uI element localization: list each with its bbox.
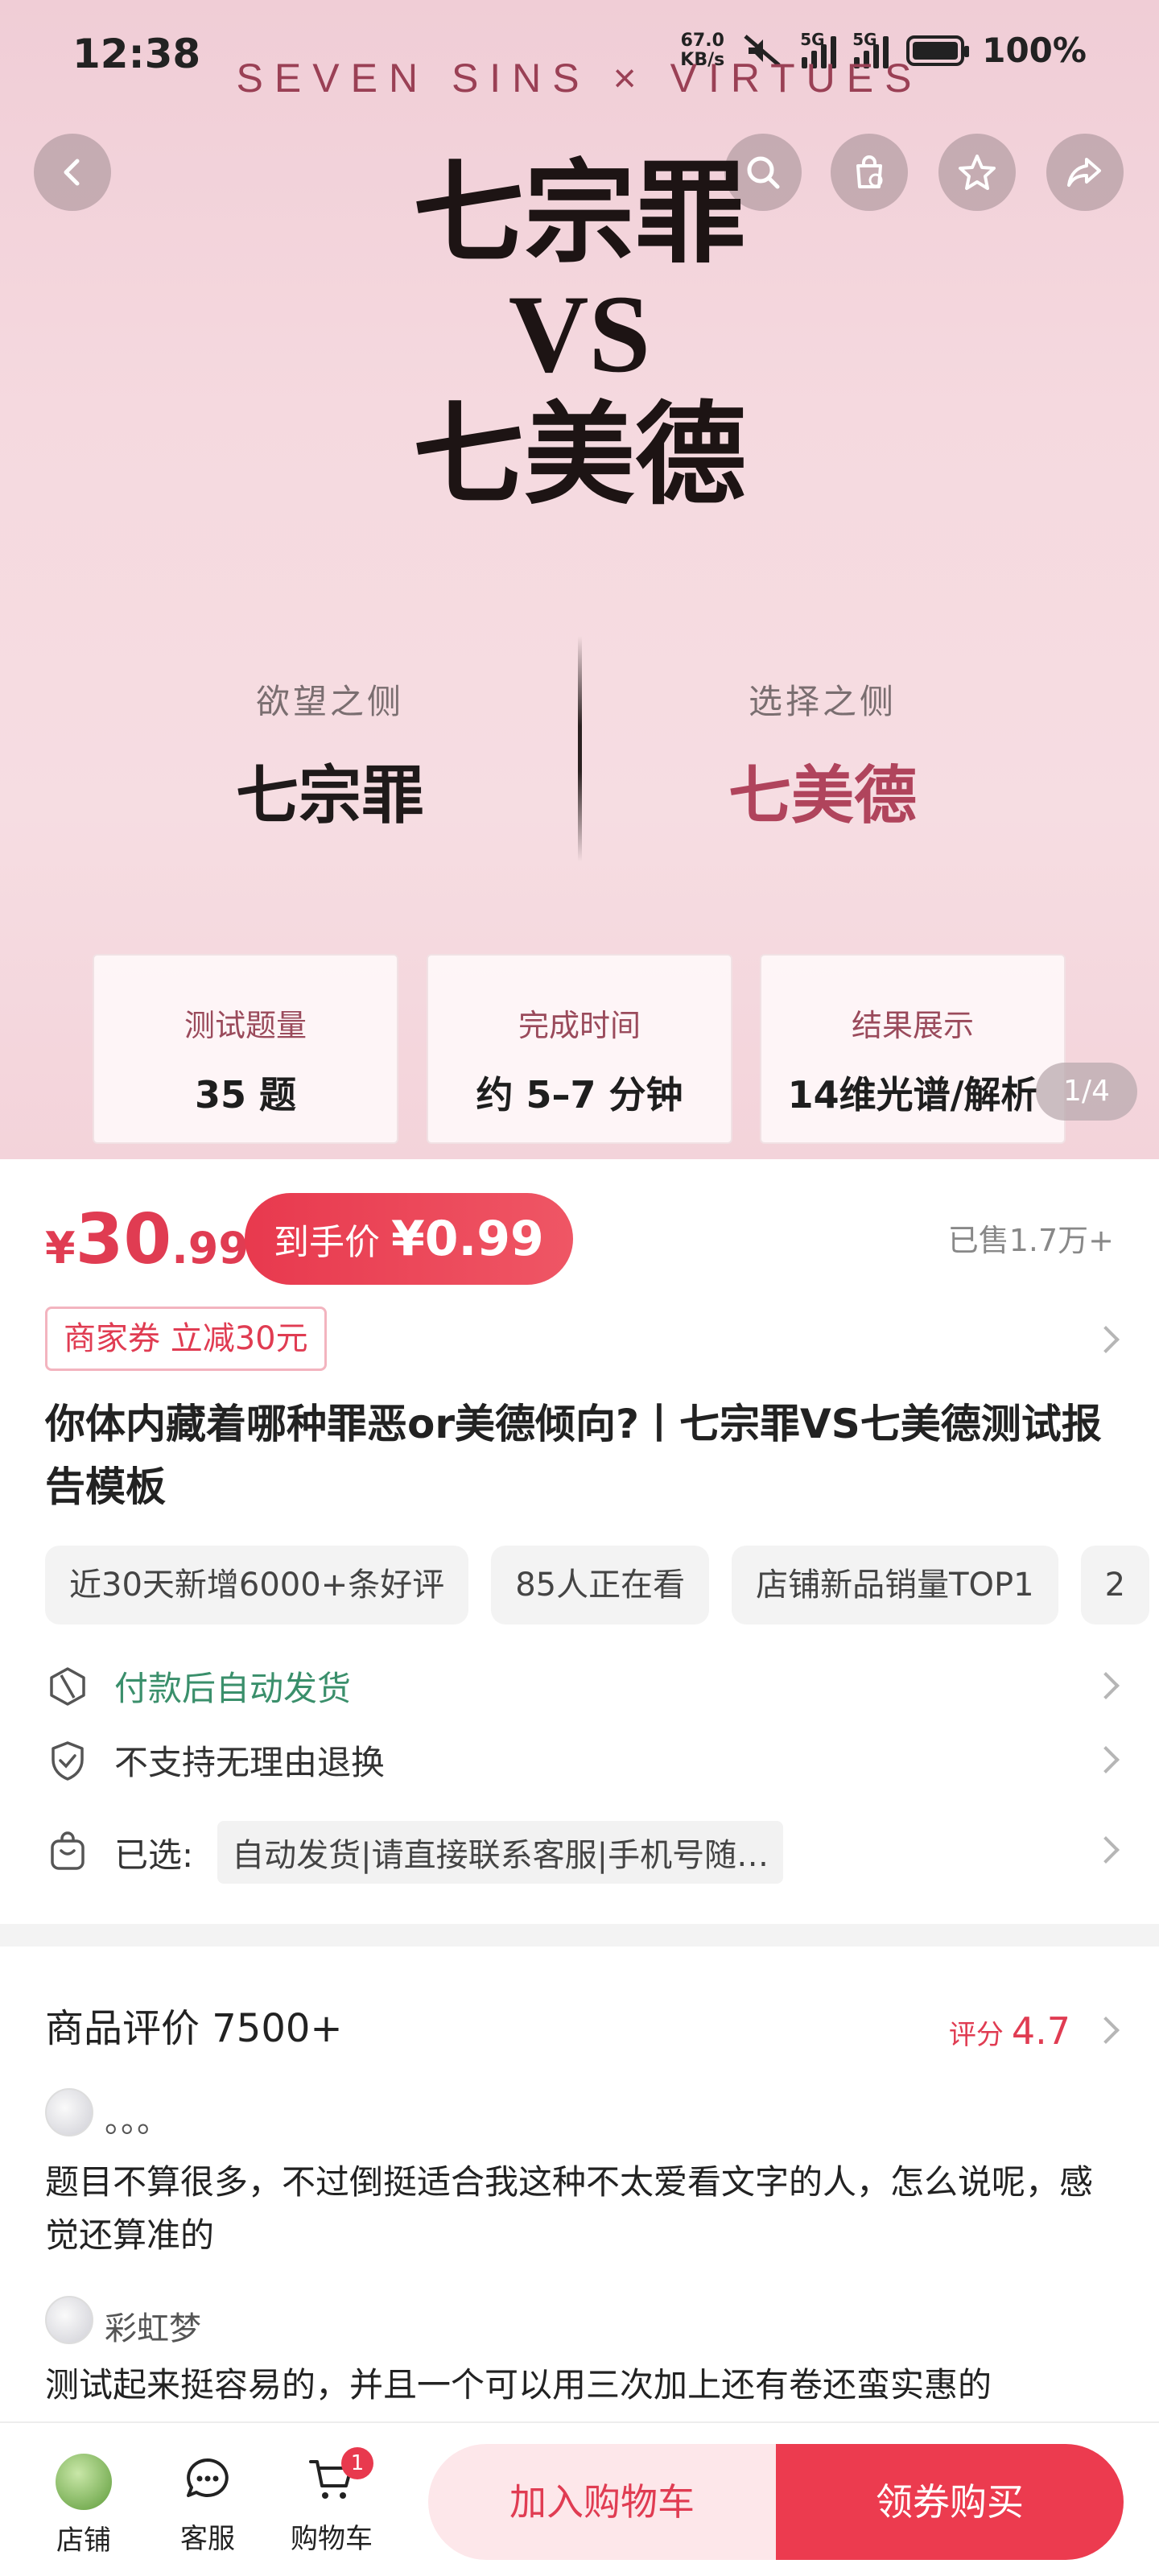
final-price-label: 到手价	[274, 1222, 380, 1263]
hero-title-line2: VS	[508, 272, 651, 395]
price-decimal: .99	[171, 1223, 249, 1274]
chevron-right-icon[interactable]	[1092, 2017, 1120, 2044]
review-score[interactable]: 评分 4.7	[949, 2009, 1070, 2053]
selected-spec-row[interactable]: 已选: 自动发货|请直接联系客服|手机号随…	[45, 1821, 784, 1884]
cart-label: 购物车	[291, 2523, 373, 2555]
avatar	[45, 2296, 93, 2344]
net-speed-value: 67.0	[680, 30, 724, 51]
price: ¥ 30 .99	[45, 1199, 249, 1280]
info-card-result: 结果展示 14维光谱/解析	[760, 954, 1066, 1144]
brand-line: SEVEN SINS × VIRTUES	[236, 56, 923, 101]
reviews-section: 商品评价 7500+ 评分 4.7 。。。 题目不算很多，不过倒挺适合我这种不太…	[0, 1946, 1159, 2421]
section-divider	[0, 1924, 1159, 1946]
bottom-action-bar: 店铺 客服 购物车 1 加入购物车 领券购买	[0, 2421, 1159, 2576]
delivery-row[interactable]: 付款后自动发货	[45, 1662, 351, 1711]
shop-button[interactable]: 店铺	[35, 2454, 132, 2557]
info-card-value: 35 题	[194, 1073, 297, 1117]
highlight-tag[interactable]: 店铺新品销量TOP1	[732, 1546, 1058, 1624]
final-price-value: ¥0.99	[391, 1211, 544, 1267]
right-side-label: 选择之侧	[748, 682, 897, 721]
return-policy-text: 不支持无理由退换	[114, 1743, 386, 1782]
customer-service-button[interactable]: 客服	[159, 2454, 256, 2556]
shop-label: 店铺	[56, 2524, 111, 2557]
info-card-value: 14维光谱/解析	[787, 1073, 1038, 1117]
signal-label: 5G	[800, 29, 825, 49]
selected-label: 已选:	[114, 1835, 194, 1875]
cart-button[interactable]: 购物车 1	[283, 2447, 380, 2556]
image-page-indicator: 1/4	[1036, 1063, 1137, 1121]
service-label: 客服	[180, 2523, 235, 2555]
info-card-label: 结果展示	[851, 1008, 974, 1043]
avatar	[45, 2088, 93, 2136]
review-score-label: 评分	[948, 2019, 1004, 2051]
reviewer-name: 。。。	[105, 2103, 169, 2140]
highlight-tag[interactable]: 2	[1080, 1546, 1150, 1624]
package-icon	[50, 1666, 85, 1706]
left-side-label: 欲望之侧	[255, 682, 404, 721]
chevron-right-icon[interactable]	[1092, 1326, 1120, 1353]
hero-title-line1: 七宗罪	[412, 147, 746, 279]
chat-icon	[187, 2458, 229, 2497]
shield-check-icon	[52, 1740, 84, 1781]
hero-title-line3: 七美德	[412, 389, 746, 520]
signal-label: 5G	[852, 29, 877, 49]
info-card-label: 完成时间	[518, 1008, 641, 1043]
selected-value: 自动发货|请直接联系客服|手机号随…	[217, 1821, 784, 1884]
final-price-badge[interactable]: 到手价 ¥0.99	[245, 1193, 573, 1285]
highlight-tags: 近30天新增6000+条好评 85人正在看 店铺新品销量TOP1 2	[45, 1546, 1150, 1624]
shop-avatar-icon	[56, 2454, 112, 2510]
bag-icon	[51, 1831, 85, 1870]
product-info-panel: ¥ 30 .99 到手价 ¥0.99 已售1.7万+ 商家券 立减30元 你体内…	[0, 1159, 1159, 1924]
return-policy-row[interactable]: 不支持无理由退换	[45, 1736, 385, 1785]
right-side-value: 七美德	[728, 759, 917, 832]
reviews-title[interactable]: 商品评价 7500+	[45, 1996, 343, 2053]
cart-count-badge: 1	[341, 2447, 373, 2479]
product-hero-image[interactable]: 12:38 67.0 KB/s 5G 5G 100% SEVEN SINS × …	[0, 0, 1159, 1159]
chevron-right-icon[interactable]	[1092, 1672, 1120, 1699]
product-title: 你体内藏着哪种罪恶or美德倾向?丨七宗罪VS七美德测试报告模板	[45, 1401, 1102, 1510]
highlight-tag[interactable]: 近30天新增6000+条好评	[45, 1546, 469, 1624]
review-text[interactable]: 测试起来挺容易的，并且一个可以用三次加上还有卷还蛮实惠的	[45, 2359, 1107, 2412]
info-card-duration: 完成时间 约 5–7 分钟	[427, 954, 732, 1144]
review-score-value: 4.7	[1011, 2009, 1070, 2053]
info-card-label: 测试题量	[184, 1008, 307, 1043]
left-side-value: 七宗罪	[235, 759, 424, 832]
price-currency: ¥	[45, 1223, 76, 1274]
add-to-cart-button[interactable]: 加入购物车	[428, 2444, 776, 2560]
center-divider	[578, 636, 582, 861]
product-page: 12:38 67.0 KB/s 5G 5G 100% SEVEN SINS × …	[0, 0, 1159, 2576]
delivery-text: 付款后自动发货	[114, 1669, 352, 1708]
review-text[interactable]: 题目不算很多，不过倒挺适合我这种不太爱看文字的人，怎么说呢，感觉还算准的	[45, 2156, 1107, 2262]
sold-count: 已售1.7万+	[947, 1223, 1114, 1258]
price-integer: 30	[75, 1199, 172, 1280]
coupon-tag[interactable]: 商家券 立减30元	[45, 1307, 327, 1371]
chevron-right-icon[interactable]	[1092, 1836, 1120, 1864]
reviewer-name: 彩虹梦	[105, 2310, 201, 2347]
highlight-tag[interactable]: 85人正在看	[491, 1546, 710, 1624]
info-card-value: 约 5–7 分钟	[476, 1073, 683, 1117]
chevron-right-icon[interactable]	[1092, 1746, 1120, 1773]
buy-with-coupon-button[interactable]: 领券购买	[776, 2444, 1124, 2560]
info-card-questions: 测试题量 35 题	[93, 954, 398, 1144]
